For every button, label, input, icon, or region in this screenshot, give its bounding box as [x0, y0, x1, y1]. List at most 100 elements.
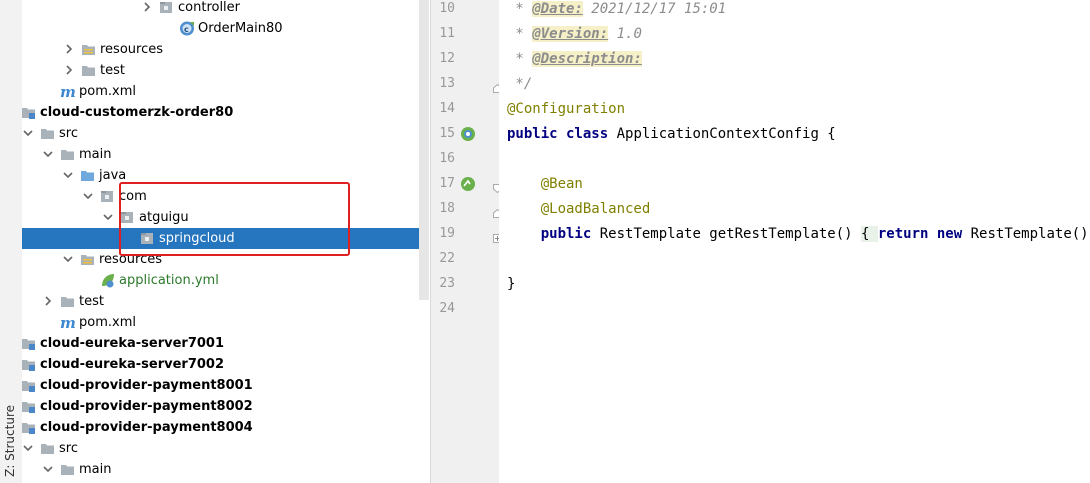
chevron-down-icon[interactable]	[61, 252, 75, 266]
tree-item-label: src	[59, 126, 78, 141]
chevron-down-icon[interactable]	[101, 210, 115, 224]
tree-item-label: cloud-provider-payment8001	[40, 378, 253, 393]
tree-item-label: main	[79, 462, 112, 477]
code-token: RestTemplate getRestTemplate()	[591, 226, 862, 242]
tree-item-label: cloud-eureka-server7001	[40, 336, 225, 351]
chevron-right-icon[interactable]	[62, 42, 76, 56]
package-icon	[159, 0, 175, 15]
tree-item[interactable]: cloud-customerzk-order80	[22, 102, 429, 123]
code-line[interactable]: public RestTemplate getRestTemplate() { …	[507, 226, 1090, 242]
code-line[interactable]: */	[507, 76, 532, 92]
module-folder-icon	[22, 378, 37, 393]
code-token: @Date:	[532, 1, 583, 17]
svg-text:c: c	[184, 25, 189, 34]
folder-icon	[81, 63, 97, 78]
tree-item[interactable]: main	[22, 459, 429, 480]
line-number: 24	[439, 301, 455, 316]
module-folder-icon	[22, 357, 37, 372]
source-folder-icon	[80, 168, 96, 183]
folder-icon	[40, 126, 56, 141]
resources-folder-icon	[80, 252, 96, 267]
code-token: {	[861, 226, 878, 242]
code-token: public	[540, 226, 592, 242]
spring-config-icon[interactable]	[460, 126, 476, 142]
code-token: 1.0	[608, 26, 642, 42]
code-line[interactable]: * @Version: 1.0	[507, 26, 642, 42]
module-folder-icon	[22, 399, 37, 414]
code-line[interactable]: }	[507, 276, 515, 292]
code-line[interactable]: * @Date: 2021/12/17 15:01	[507, 1, 726, 17]
chevron-down-icon[interactable]	[41, 147, 55, 161]
code-token: return new	[877, 226, 963, 242]
tree-item[interactable]: application.yml	[22, 270, 429, 291]
tree-item[interactable]: cloud-eureka-server7002	[22, 354, 429, 375]
line-number: 12	[439, 51, 455, 66]
tree-item[interactable]: m pom.xml	[22, 312, 429, 333]
folder-icon	[60, 147, 76, 162]
tree-item[interactable]: controller	[22, 0, 429, 18]
code-editor[interactable]: * @Date: 2021/12/17 15:01 * @Version: 1.…	[499, 0, 1090, 483]
tool-window-strip: Z: Structure	[0, 0, 23, 483]
tree-item[interactable]: cloud-provider-payment8004	[22, 417, 429, 438]
chevron-right-icon[interactable]	[62, 63, 76, 77]
line-number: 23	[439, 276, 455, 291]
tree-item[interactable]: resources	[22, 39, 429, 60]
folder-icon	[40, 441, 56, 456]
tree-item-label: test	[79, 294, 104, 309]
spring-bean-icon[interactable]	[460, 176, 476, 192]
tree-item[interactable]: cloud-provider-payment8002	[22, 396, 429, 417]
tree-item[interactable]: cloud-provider-payment8001	[22, 375, 429, 396]
module-folder-icon	[22, 105, 37, 120]
module-folder-icon	[22, 336, 37, 351]
tree-item-label: cloud-customerzk-order80	[40, 105, 234, 120]
code-token: *	[507, 1, 533, 17]
tree-item-label: pom.xml	[79, 84, 136, 99]
line-number: 19	[439, 226, 455, 241]
code-token: public class	[507, 126, 609, 142]
tree-item-label: cloud-provider-payment8002	[40, 399, 253, 414]
tree-item[interactable]: m pom.xml	[22, 81, 429, 102]
svg-text:m: m	[60, 315, 76, 330]
chevron-down-icon[interactable]	[41, 462, 55, 476]
tree-item-label: main	[79, 147, 112, 162]
code-line[interactable]: @Bean	[507, 176, 583, 192]
code-token: @Configuration	[507, 101, 626, 117]
maven-icon: m	[60, 83, 76, 101]
chevron-down-icon[interactable]	[22, 126, 35, 140]
tree-item[interactable]: main	[22, 144, 429, 165]
line-number: 15	[439, 126, 455, 141]
tree-scrollbar[interactable]	[419, 0, 429, 300]
tree-item[interactable]: cloud-eureka-server7001	[22, 333, 429, 354]
tree-item[interactable]: test	[22, 291, 429, 312]
code-token: @LoadBalanced	[507, 201, 651, 217]
chevron-right-icon[interactable]	[140, 0, 154, 14]
tree-item[interactable]: src	[22, 123, 429, 144]
tree-item[interactable]: c OrderMain80	[22, 18, 429, 39]
chevron-down-icon[interactable]	[81, 189, 95, 203]
code-token: RestTemplate();	[970, 226, 1090, 242]
code-line[interactable]: @Configuration	[507, 101, 625, 117]
tree-item-label: src	[59, 441, 78, 456]
chevron-down-icon[interactable]	[22, 441, 35, 455]
maven-icon: m	[60, 314, 76, 332]
tree-item-label: controller	[178, 0, 241, 15]
code-line[interactable]: * @Description:	[507, 51, 642, 67]
tree-item[interactable]: src	[22, 438, 429, 459]
tree-item[interactable]: test	[22, 60, 429, 81]
chevron-right-icon[interactable]	[41, 294, 55, 308]
code-line[interactable]: public class ApplicationContextConfig {	[507, 126, 836, 142]
code-line[interactable]: @LoadBalanced	[507, 201, 651, 217]
code-token: *	[507, 26, 533, 42]
code-token: @Description:	[532, 51, 642, 67]
code-token: 2021/12/17 15:01	[582, 1, 727, 17]
tree-item-label: resources	[100, 42, 164, 57]
line-number: 14	[439, 101, 455, 116]
code-token: *	[507, 51, 533, 67]
line-number: 16	[439, 151, 455, 166]
tree-item-label: OrderMain80	[198, 21, 283, 36]
code-token: @Version:	[532, 26, 609, 42]
svg-text:m: m	[60, 84, 76, 99]
chevron-down-icon[interactable]	[61, 168, 75, 182]
structure-tool-button[interactable]: Z: Structure	[3, 405, 17, 477]
